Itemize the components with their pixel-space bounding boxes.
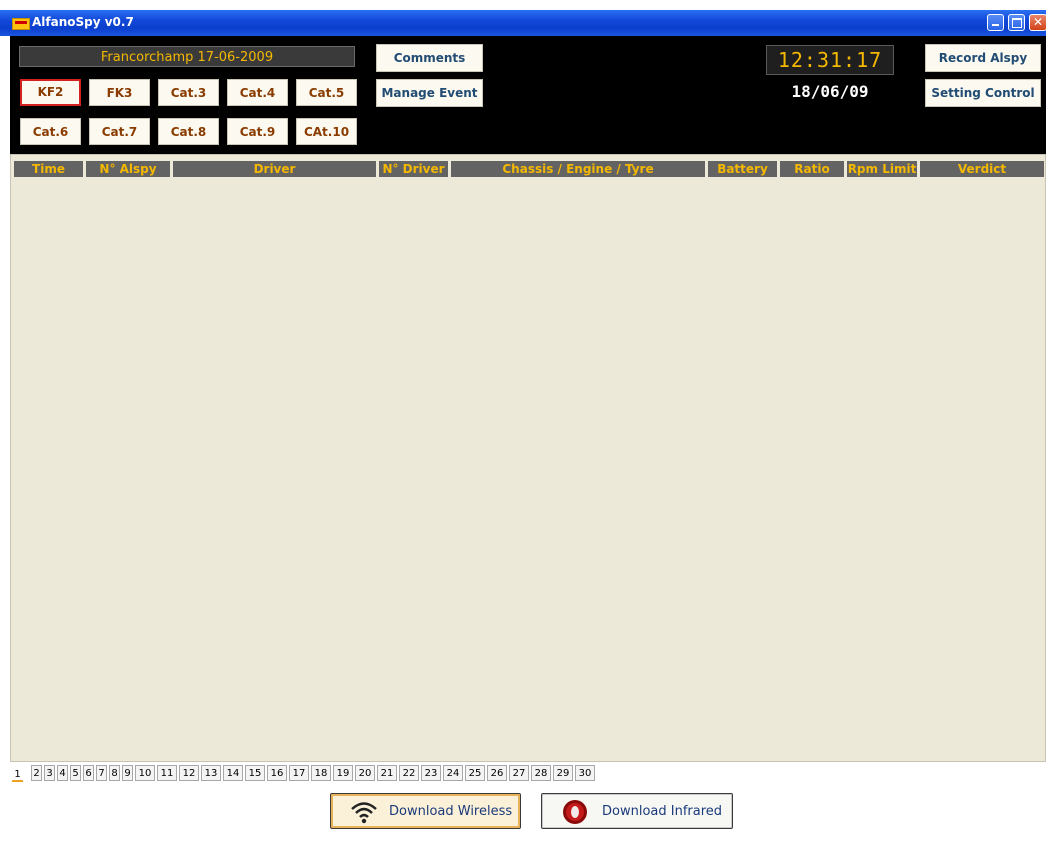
page-tab-24[interactable]: 24: [443, 765, 463, 781]
page-tab-28[interactable]: 28: [531, 765, 551, 781]
column-header-battery[interactable]: Battery: [708, 161, 780, 177]
page-tab-16[interactable]: 16: [267, 765, 287, 781]
download-infrared-label: Download Infrared: [602, 804, 723, 819]
page-tab-13[interactable]: 13: [201, 765, 221, 781]
category-button-cat9[interactable]: Cat.9: [227, 118, 288, 145]
category-button-cat10[interactable]: CAt.10: [296, 118, 357, 145]
column-header-alspy-number[interactable]: N° Alspy: [86, 161, 173, 177]
page-tab-8[interactable]: 8: [109, 765, 120, 781]
page-tab-14[interactable]: 14: [223, 765, 243, 781]
window-title: AlfanoSpy v0.7: [32, 15, 134, 29]
minimize-icon[interactable]: [987, 14, 1004, 31]
category-button-kf2[interactable]: KF2: [20, 79, 81, 106]
page-tab-19[interactable]: 19: [333, 765, 353, 781]
record-alspy-button[interactable]: Record Alspy: [925, 44, 1041, 72]
page-tab-4[interactable]: 4: [57, 765, 68, 781]
page-tab-20[interactable]: 20: [355, 765, 375, 781]
setting-control-button[interactable]: Setting Control: [925, 79, 1041, 107]
page-tab-15[interactable]: 15: [245, 765, 265, 781]
page-tab-23[interactable]: 23: [421, 765, 441, 781]
page-tab-22[interactable]: 22: [399, 765, 419, 781]
wireless-icon: [351, 802, 377, 824]
download-wireless-label: Download Wireless: [389, 804, 513, 819]
infrared-icon: [563, 800, 587, 824]
app-logo-icon: [12, 18, 30, 30]
page-tab-11[interactable]: 11: [157, 765, 177, 781]
page-tab-2[interactable]: 2: [31, 765, 42, 781]
page-tab-3[interactable]: 3: [44, 765, 55, 781]
page-tab-10[interactable]: 10: [135, 765, 155, 781]
category-button-cat7[interactable]: Cat.7: [89, 118, 150, 145]
close-icon[interactable]: [1029, 14, 1046, 31]
category-button-cat5[interactable]: Cat.5: [296, 79, 357, 106]
clock-date: 18/06/09: [791, 82, 869, 101]
column-header-ratio[interactable]: Ratio: [780, 161, 847, 177]
download-wireless-button[interactable]: Download Wireless: [330, 793, 521, 829]
page-tab-17[interactable]: 17: [289, 765, 309, 781]
page-tab-26[interactable]: 26: [487, 765, 507, 781]
maximize-icon[interactable]: [1008, 14, 1025, 31]
window-title-bar[interactable]: AlfanoSpy v0.7: [0, 10, 1046, 36]
category-button-fk3[interactable]: FK3: [89, 79, 150, 106]
page-tab-25[interactable]: 25: [465, 765, 485, 781]
page-tab-12[interactable]: 12: [179, 765, 199, 781]
clock-time: 12:31:17: [766, 45, 894, 75]
column-header-driver-number[interactable]: N° Driver: [379, 161, 451, 177]
column-header-verdict[interactable]: Verdict: [920, 161, 1044, 177]
column-header-rpm-limit[interactable]: Rpm Limit: [847, 161, 920, 177]
category-button-cat3[interactable]: Cat.3: [158, 79, 219, 106]
comments-button[interactable]: Comments: [376, 44, 483, 72]
event-name-display: Francorchamp 17-06-2009: [19, 46, 355, 67]
page-tab-27[interactable]: 27: [509, 765, 529, 781]
page-tab-21[interactable]: 21: [377, 765, 397, 781]
page-tab-9[interactable]: 9: [122, 765, 133, 781]
column-header-driver[interactable]: Driver: [173, 161, 379, 177]
results-table[interactable]: Time N° Alspy Driver N° Driver Chassis /…: [10, 154, 1046, 762]
page-tab-30[interactable]: 30: [575, 765, 595, 781]
column-header-time[interactable]: Time: [14, 161, 86, 177]
page-tab-5[interactable]: 5: [70, 765, 81, 781]
page-tab-6[interactable]: 6: [83, 765, 94, 781]
manage-event-button[interactable]: Manage Event: [376, 79, 483, 107]
download-infrared-button[interactable]: Download Infrared: [541, 793, 733, 829]
category-button-cat8[interactable]: Cat.8: [158, 118, 219, 145]
control-panel: Francorchamp 17-06-2009 KF2 FK3 Cat.3 Ca…: [10, 36, 1046, 154]
category-button-cat6[interactable]: Cat.6: [20, 118, 81, 145]
page-tab-1[interactable]: 1: [12, 767, 23, 782]
category-button-cat4[interactable]: Cat.4: [227, 79, 288, 106]
page-tab-7[interactable]: 7: [96, 765, 107, 781]
column-header-chassis-engine-tyre[interactable]: Chassis / Engine / Tyre: [451, 161, 708, 177]
page-tab-29[interactable]: 29: [553, 765, 573, 781]
page-tab-18[interactable]: 18: [311, 765, 331, 781]
